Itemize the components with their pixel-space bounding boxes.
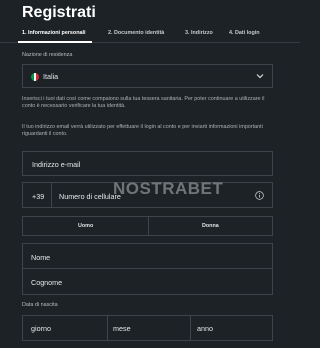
dob-year-placeholder: anno [197, 324, 213, 333]
active-step-indicator [18, 41, 92, 43]
info-text-identity: Inserisci i tuoi dati così come compaion… [22, 96, 265, 109]
italy-flag-icon [31, 73, 39, 81]
nationality-value: Italia [43, 72, 59, 81]
dob-day-input[interactable]: giorno [23, 316, 107, 340]
last-name-placeholder: Cognome [31, 278, 63, 287]
email-field[interactable]: Indirizzo e-mail [22, 151, 273, 176]
dob-label: Data di nascita [22, 302, 58, 308]
phone-placeholder: Numero di cellulare [59, 192, 121, 201]
dob-month-input[interactable]: mese [108, 316, 190, 340]
nationality-label: Nazione di residenza [22, 52, 73, 58]
step-tabs: 1. Informazioni personali 2. Documento i… [0, 28, 300, 43]
last-name-field[interactable]: Cognome [22, 268, 273, 295]
email-placeholder: Indirizzo e-mail [32, 160, 81, 169]
gender-selector: Uomo Donna [22, 216, 273, 236]
first-name-placeholder: Nome [31, 253, 51, 262]
dob-year-input[interactable]: anno [191, 316, 272, 340]
watermark: NOSTRABET [113, 179, 224, 198]
gender-male-label: Uomo [78, 223, 94, 229]
info-icon[interactable] [255, 191, 264, 200]
first-name-field[interactable]: Nome [22, 243, 273, 269]
gender-female-option[interactable]: Donna [149, 217, 272, 235]
chevron-down-icon [256, 74, 264, 79]
step-login-data[interactable]: 4. Dati login [229, 30, 260, 36]
step-identity-document[interactable]: 2. Documento identità [108, 30, 164, 36]
info-text-email: Il tuo indirizzo email verrà utilizzato … [22, 124, 263, 137]
page-title: Registrati [22, 4, 96, 21]
dob-field: giorno mese anno [22, 315, 273, 341]
step-personal-info[interactable]: 1. Informazioni personali [22, 30, 86, 36]
step-address[interactable]: 3. Indirizzo [185, 30, 213, 36]
dob-month-placeholder: mese [113, 324, 131, 333]
nationality-select[interactable]: Italia [22, 64, 273, 88]
gender-female-label: Donna [202, 223, 219, 229]
dob-day-placeholder: giorno [31, 324, 51, 333]
gender-male-option[interactable]: Uomo [23, 217, 148, 235]
phone-prefix[interactable]: +39 [32, 192, 44, 201]
